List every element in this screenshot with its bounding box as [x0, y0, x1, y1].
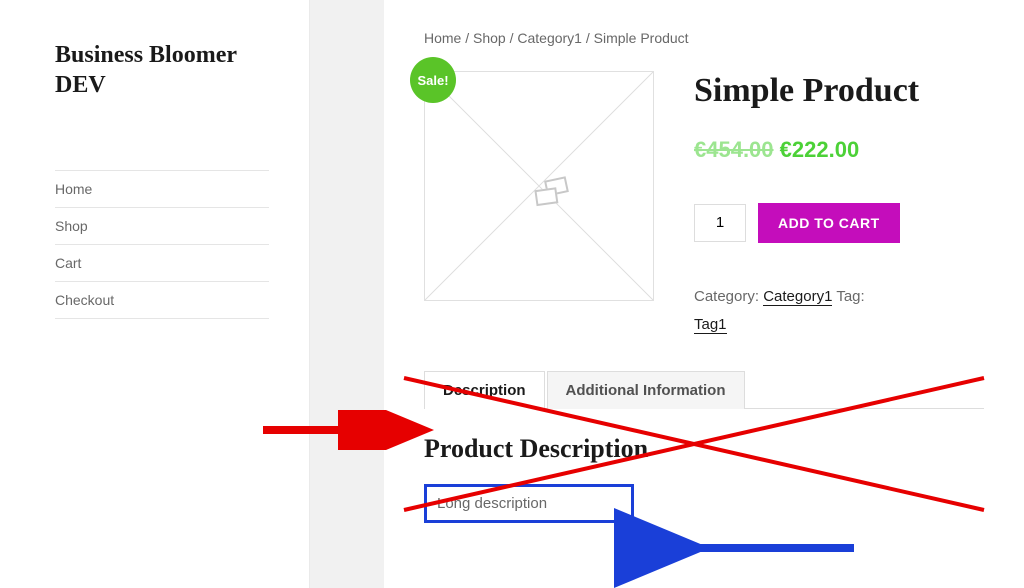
product-image[interactable]: Sale!: [424, 71, 654, 301]
nav-cart[interactable]: Cart: [55, 244, 269, 281]
category-label: Category:: [694, 288, 759, 305]
quantity-input[interactable]: [694, 204, 746, 242]
tab-additional-information[interactable]: Additional Information: [547, 371, 745, 409]
tag-link[interactable]: Tag1: [694, 316, 727, 334]
product-summary: Simple Product €454.00 €222.00 ADD TO CA…: [694, 71, 984, 340]
nav-list: Home Shop Cart Checkout: [55, 170, 269, 319]
site-title[interactable]: Business Bloomer DEV: [55, 40, 269, 100]
new-price: €222.00: [780, 137, 860, 162]
nav-shop[interactable]: Shop: [55, 207, 269, 244]
main-content: Home / Shop / Category1 / Simple Product…: [384, 0, 1024, 588]
sale-badge: Sale!: [410, 57, 456, 103]
placeholder-pattern: [425, 72, 653, 300]
add-to-cart-button[interactable]: ADD TO CART: [758, 203, 900, 243]
breadcrumb[interactable]: Home / Shop / Category1 / Simple Product: [424, 30, 984, 46]
product-row: Sale! Simple Product €454.00 €222.00 ADD…: [424, 71, 984, 340]
product-title: Simple Product: [694, 71, 984, 112]
description-heading: Product Description: [424, 434, 984, 464]
buy-row: ADD TO CART: [694, 203, 984, 243]
product-meta: Category: Category1 Tag: Tag1: [694, 283, 984, 340]
tab-description[interactable]: Description: [424, 371, 545, 409]
sidebar: Business Bloomer DEV Home Shop Cart Chec…: [0, 0, 310, 588]
category-link[interactable]: Category1: [763, 288, 832, 306]
nav-home[interactable]: Home: [55, 170, 269, 207]
tag-label: Tag:: [836, 288, 864, 305]
price: €454.00 €222.00: [694, 137, 984, 163]
tabs: Description Additional Information: [424, 370, 984, 409]
long-description: Long description: [424, 484, 634, 523]
old-price: €454.00: [694, 137, 774, 162]
layout-gap: [310, 0, 384, 588]
nav-checkout[interactable]: Checkout: [55, 281, 269, 319]
